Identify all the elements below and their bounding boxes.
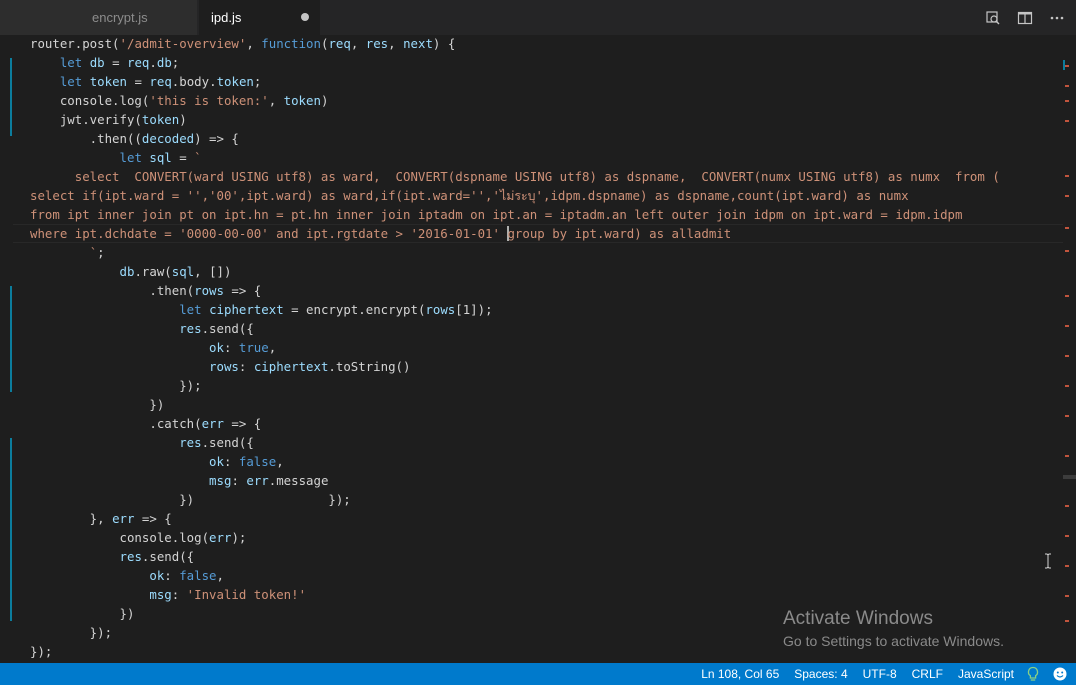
scrollbar-thumb[interactable] — [1063, 475, 1076, 479]
text-cursor-icon — [1045, 553, 1051, 569]
code-line[interactable]: rows: ciphertext.toString() — [30, 357, 410, 376]
code-line[interactable]: res.send({ — [30, 319, 254, 338]
scroll-marker — [1065, 595, 1069, 597]
scroll-marker — [1065, 175, 1069, 177]
code-line[interactable]: where ipt.dchdate = '0000-00-00' and ipt… — [30, 224, 731, 243]
code-line[interactable]: .catch(err => { — [30, 414, 261, 433]
code-line[interactable]: select CONVERT(ward USING utf8) as ward,… — [30, 167, 1000, 186]
scroll-marker — [1065, 505, 1069, 507]
code-line[interactable]: }); — [30, 642, 52, 661]
code-line[interactable]: console.log('this is token:', token) — [30, 91, 329, 110]
modified-lines-marker — [10, 58, 12, 136]
code-line[interactable]: ok: false, — [30, 452, 284, 471]
code-line[interactable]: `; — [30, 243, 105, 262]
code-line[interactable]: msg: 'Invalid token!' — [30, 585, 306, 604]
scroll-marker — [1065, 565, 1069, 567]
tab-bar: encrypt.js ipd.js — [0, 0, 1076, 35]
watermark-title: Activate Windows — [783, 608, 933, 629]
open-changes-icon[interactable] — [984, 9, 1002, 27]
language-mode[interactable]: JavaScript — [958, 663, 1014, 685]
code-line[interactable]: }); — [30, 623, 112, 642]
code-line[interactable]: }, err => { — [30, 509, 172, 528]
scroll-marker — [1065, 535, 1069, 537]
scroll-marker — [1065, 227, 1069, 229]
code-line[interactable]: let db = req.db; — [30, 53, 179, 72]
scroll-marker — [1065, 325, 1069, 327]
code-line[interactable]: .then(rows => { — [30, 281, 261, 300]
gutter — [0, 35, 12, 663]
split-editor-icon[interactable] — [1016, 9, 1034, 27]
encoding[interactable]: UTF-8 — [863, 663, 897, 685]
tab-encrypt-js[interactable]: encrypt.js — [0, 0, 198, 35]
tab-ipd-js[interactable]: ipd.js — [199, 0, 320, 35]
text-caret — [507, 226, 510, 241]
scroll-marker — [1065, 355, 1069, 357]
scroll-marker — [1065, 385, 1069, 387]
activate-windows-watermark: Activate Windows Go to Settings to activ… — [783, 608, 1004, 649]
code-line[interactable]: }); — [30, 376, 201, 395]
feedback-smiley-icon[interactable] — [1052, 666, 1068, 682]
scroll-marker — [1065, 195, 1069, 197]
modified-lines-marker — [10, 286, 12, 392]
code-line[interactable]: .then((decoded) => { — [30, 129, 239, 148]
watermark-subtitle: Go to Settings to activate Windows. — [783, 633, 1004, 649]
unsaved-dot-icon[interactable] — [301, 13, 309, 21]
code-line[interactable]: let sql = ` — [30, 148, 202, 167]
code-line[interactable]: console.log(err); — [30, 528, 247, 547]
scroll-marker — [1065, 65, 1069, 67]
modified-lines-marker — [10, 438, 12, 621]
status-bar: Ln 108, Col 65 Spaces: 4 UTF-8 CRLF Java… — [0, 663, 1076, 685]
scroll-marker — [1065, 120, 1069, 122]
editor-scrollbar[interactable] — [1063, 35, 1076, 663]
cursor-position[interactable]: Ln 108, Col 65 — [701, 663, 779, 685]
scroll-marker — [1065, 620, 1069, 622]
end-of-line[interactable]: CRLF — [912, 663, 943, 685]
indentation[interactable]: Spaces: 4 — [794, 663, 847, 685]
code-line[interactable]: select if(ipt.ward = '','00',ipt.ward) a… — [30, 186, 909, 205]
code-line[interactable]: }) }); — [30, 490, 351, 509]
code-line[interactable]: }) — [30, 395, 164, 414]
tab-label: ipd.js — [211, 10, 242, 25]
scroll-marker — [1065, 295, 1069, 297]
code-line[interactable]: router.post('/admit-overview', function(… — [30, 35, 455, 53]
scroll-marker — [1065, 415, 1069, 417]
scroll-marker — [1065, 100, 1069, 102]
tab-label: encrypt.js — [92, 10, 148, 25]
scroll-marker — [1065, 250, 1069, 252]
code-line[interactable]: res.send({ — [30, 433, 254, 452]
code-line[interactable]: res.send({ — [30, 547, 195, 566]
more-actions-icon[interactable] — [1048, 9, 1066, 27]
scroll-marker — [1065, 85, 1069, 87]
code-line[interactable]: }) — [30, 604, 135, 623]
code-editor[interactable]: router.post('/admit-overview', function(… — [13, 35, 1063, 663]
lightbulb-icon[interactable] — [1026, 666, 1040, 682]
code-line[interactable]: from ipt inner join pt on ipt.hn = pt.hn… — [30, 205, 962, 224]
code-line[interactable]: let ciphertext = encrypt.encrypt(rows[1]… — [30, 300, 492, 319]
code-line[interactable]: let token = req.body.token; — [30, 72, 262, 91]
code-line[interactable]: ok: true, — [30, 338, 276, 357]
code-line[interactable]: db.raw(sql, []) — [30, 262, 232, 281]
scroll-marker — [1065, 455, 1069, 457]
code-line[interactable]: msg: err.message — [30, 471, 328, 490]
code-line[interactable]: ok: false, — [30, 566, 224, 585]
code-line[interactable]: jwt.verify(token) — [30, 110, 187, 129]
editor-actions — [984, 0, 1066, 35]
